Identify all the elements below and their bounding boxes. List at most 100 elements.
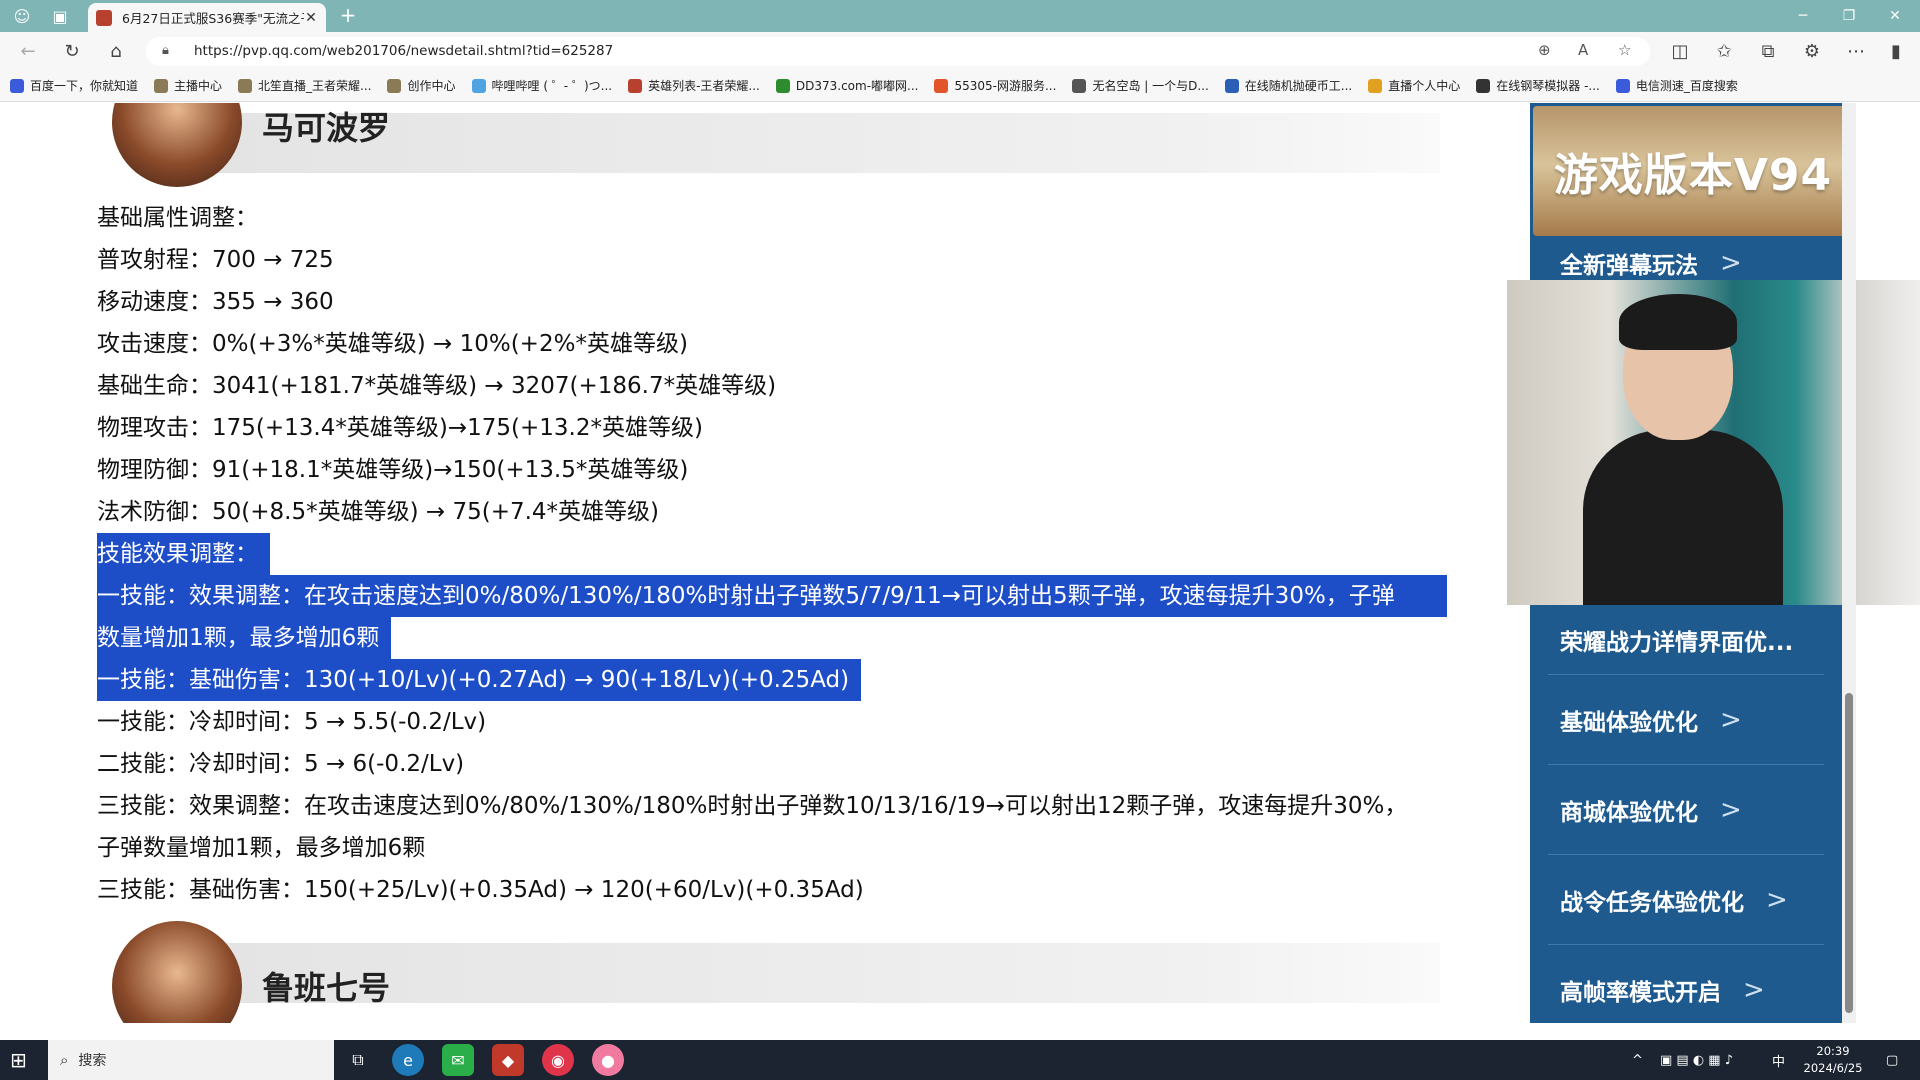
app-icon[interactable]: ◆ [492,1044,524,1076]
refresh-icon[interactable]: ↻ [58,38,86,64]
app-icon[interactable]: ● [592,1044,624,1076]
webcam-overlay [1507,280,1920,605]
article-line-text: 子弹数量增加1颗，最多增加6颗 [97,835,426,861]
windows-taskbar: ⊞ ⌕ 搜索 ⧉ e ✉ ◆ ◉ ● ^ ▣ ▤ ◐ ▦ ♪ 中 20:39 2… [0,1040,1920,1080]
taskbar-search[interactable]: ⌕ 搜索 [48,1040,334,1080]
vertical-scrollbar[interactable] [1842,103,1856,1023]
article-line-text: 一技能：效果调整：在攻击速度达到0%/80%/130%/180%时射出子弹数5/… [97,575,1447,617]
windows-start-icon[interactable]: ⊞ [10,1048,34,1072]
article-line: 二技能：冷却时间：5 → 6(-0.2/Lv) [97,743,1457,785]
bookmark-favicon-icon [775,78,790,93]
article-line: 技能效果调整： [97,533,1457,575]
article-line-text: 一技能：冷却时间：5 → 5.5(-0.2/Lv) [97,709,487,735]
bookmark-favicon-icon [628,78,643,93]
article-body: 基础属性调整： 普攻射程：700 → 725 移动速度：355 → 360 攻击速度：… [97,197,1457,911]
tray-icons[interactable]: ▣ ▤ ◐ ▦ ♪ [1660,1040,1733,1080]
address-bar[interactable]: 🔒︎ https://pvp.qq.com/web201706/newsdeta… [146,37,1650,66]
back-icon[interactable]: ← [14,38,42,64]
page-content: 马可波罗 基础属性调整： 普攻射程：700 → 725 移动速度：355 → 360… [0,103,1920,1023]
chevron-right-icon: > [1720,794,1742,825]
sidebar-item[interactable]: 商城体验优化 > [1548,765,1824,855]
sidebar-item-label: 荣耀战力详情界面优... [1560,629,1794,656]
article-line: 三技能：基础伤害：150(+25/Lv)(+0.35Ad) → 120(+60/… [97,869,1457,911]
bookmark-favicon-icon [1224,78,1239,93]
favorites-icon[interactable]: ✩ [1710,38,1738,64]
extensions-icon[interactable]: ⚙ [1798,38,1826,64]
bookmark-item[interactable]: 英雄列表-王者荣耀... [628,77,760,94]
task-view-icon[interactable]: ⧉ [342,1044,374,1076]
hero-name: 鲁班七号 [262,969,391,1007]
new-tab-button[interactable]: + [336,4,360,28]
hero-avatar [112,921,242,1023]
favorite-star-icon[interactable]: ☆ [1618,41,1631,59]
sidebar-item[interactable]: 基础体验优化 > [1548,675,1824,765]
sidebar-item[interactable]: 战令任务体验优化 > [1548,855,1824,945]
article-line: 普攻射程：700 → 725 [97,239,1457,281]
article-line-text: 技能效果调整： [97,533,270,575]
ime-indicator[interactable]: 中 [1772,1040,1785,1080]
bookmark-favicon-icon [471,78,486,93]
article-line: 攻击速度：0%(+3%*英雄等级) → 10%(+2%*英雄等级) [97,323,1457,365]
streamer-figure [1583,294,1783,605]
hero-header-bar [210,113,1440,173]
bookmark-item[interactable]: 55305-网游服务... [934,77,1056,94]
more-menu-icon[interactable]: ⋯ [1842,38,1870,64]
article-line: 物理攻击：175(+13.4*英雄等级)→175(+13.2*英雄等级) [97,407,1457,449]
bookmark-item[interactable]: 电信测速_百度搜索 [1615,77,1738,94]
notification-icon[interactable]: ▢ [1886,1040,1898,1080]
chevron-right-icon: > [1720,247,1742,278]
article-line: 移动速度：355 → 360 [97,281,1457,323]
profile-icon[interactable]: ☺ [10,4,34,28]
bookmark-item[interactable]: 无名空岛 | 一个与D... [1072,77,1209,94]
bookmark-label: 55305-网游服务... [954,79,1057,93]
zoom-icon[interactable]: ⊕ [1538,41,1551,59]
browser-nav-bar: ← ↻ ⌂ 🔒︎ https://pvp.qq.com/web201706/ne… [0,32,1920,70]
bookmark-item[interactable]: 百度一下，你就知道 [10,77,138,94]
tab-actions-icon[interactable]: ▣ [48,4,72,28]
tray-chevron-icon[interactable]: ^ [1632,1040,1643,1080]
bookmark-favicon-icon [934,78,949,93]
restore-button[interactable]: ❐ [1826,0,1872,32]
bookmark-label: 创作中心 [407,79,456,93]
tab-close-icon[interactable]: ✕ [304,10,318,26]
lock-icon[interactable]: 🔒︎ [162,43,169,58]
minimize-button[interactable]: ─ [1780,0,1826,32]
hero-header-bar [210,943,1440,1003]
split-screen-icon[interactable]: ◫ [1666,38,1694,64]
music-app-icon[interactable]: ◉ [542,1044,574,1076]
bookmark-label: 主播中心 [174,79,223,93]
bookmark-item[interactable]: 创作中心 [387,77,456,94]
read-aloud-icon[interactable]: A [1578,41,1588,59]
sidebar-item[interactable]: 高帧率模式开启 > [1548,945,1824,1023]
browser-tab[interactable]: 6月27日正式服S36赛季"无流之子 ✕ [88,3,326,32]
bookmark-item[interactable]: DD373.com-嘟嘟网... [775,77,918,94]
tab-favicon-icon [96,9,112,26]
article-line: 基础生命：3041(+181.7*英雄等级) → 3207(+186.7*英雄等… [97,365,1457,407]
bookmark-item[interactable]: 主播中心 [154,77,222,94]
bookmark-item[interactable]: 哔哩哔哩 ( ゜- ゜)つ... [471,77,612,94]
edge-browser-icon[interactable]: e [392,1044,424,1076]
bookmark-favicon-icon [1615,78,1630,93]
wechat-icon[interactable]: ✉ [442,1044,474,1076]
sidebar-item[interactable]: 荣耀战力详情界面优... [1548,605,1824,675]
bookmark-item[interactable]: 直播个人中心 [1368,77,1460,94]
tab-title: 6月27日正式服S36赛季"无流之子 [122,11,304,26]
bookmark-item[interactable]: 北笙直播_王者荣耀... [238,77,371,94]
article-line: 物理防御：91(+18.1*英雄等级)→150(+13.5*英雄等级) [97,449,1457,491]
article-line-text: 一技能：基础伤害：130(+10/Lv)(+0.27Ad) → 90(+18/L… [97,659,862,701]
bookmark-label: 在线随机抛硬币工... [1244,79,1353,93]
home-icon[interactable]: ⌂ [102,38,130,64]
article-line-text: 数量增加1颗，最多增加6颗 [97,617,392,659]
article-line-text: 物理攻击：175(+13.4*英雄等级)→175(+13.2*英雄等级) [97,415,703,441]
article-line: 法术防御：50(+8.5*英雄等级) → 75(+7.4*英雄等级) [97,491,1457,533]
bookmark-item[interactable]: 在线钢琴模拟器 -... [1476,77,1600,94]
close-window-button[interactable]: ✕ [1872,0,1918,32]
article-line-text: 基础生命：3041(+181.7*英雄等级) → 3207(+186.7*英雄等… [97,373,777,399]
taskbar-search-label: 搜索 [78,1053,107,1069]
bookmark-item[interactable]: 在线随机抛硬币工... [1224,77,1353,94]
collections-icon[interactable]: ⧉ [1754,38,1782,64]
sidebar-item-label: 基础体验优化 [1560,709,1698,736]
bookmark-favicon-icon [387,78,402,93]
sidebar-toggle-icon[interactable]: ▮ [1882,38,1910,64]
clock[interactable]: 20:39 2024/6/25 [1788,1043,1878,1077]
